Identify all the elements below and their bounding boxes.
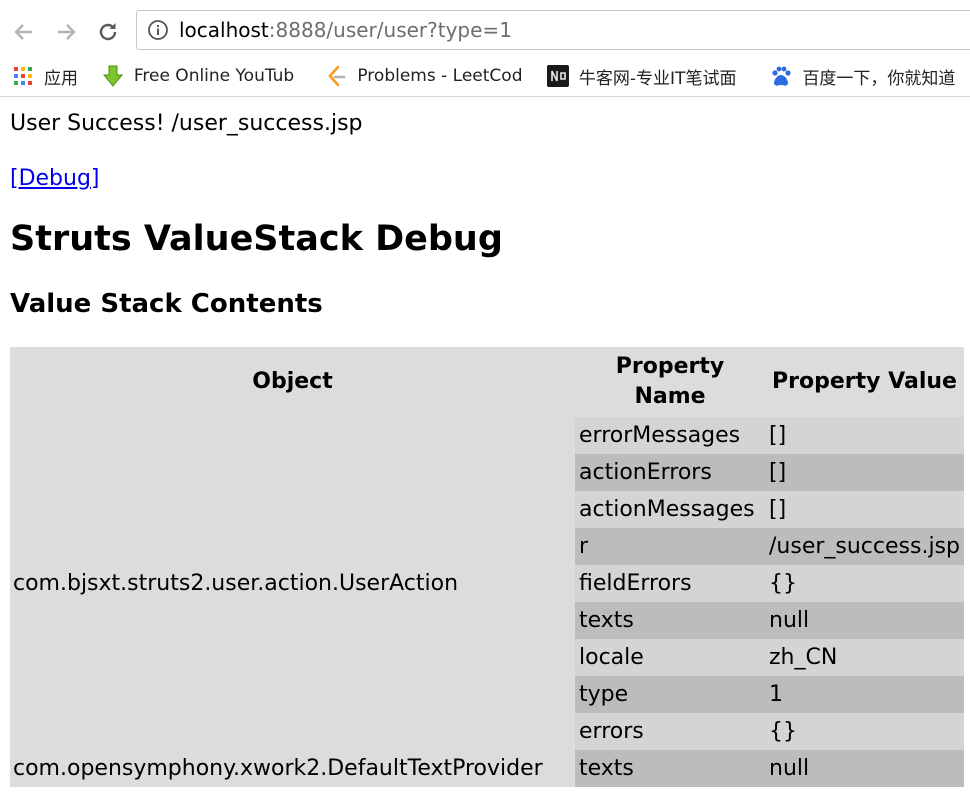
property-name-cell: type bbox=[575, 676, 765, 713]
property-value-cell: null bbox=[765, 750, 964, 787]
bookmark-nowcoder[interactable]: 牛客网-专业IT笔试面 bbox=[546, 61, 759, 91]
property-name-cell: fieldErrors bbox=[575, 565, 765, 602]
baidu-paw-icon bbox=[770, 65, 792, 87]
property-name-cell: actionMessages bbox=[575, 491, 765, 528]
table-header-row: Object Property Name Property Value bbox=[10, 347, 964, 417]
property-name-cell: actionErrors bbox=[575, 454, 765, 491]
arrow-left-icon bbox=[14, 24, 32, 40]
bookmark-label: 应用 bbox=[44, 68, 78, 89]
address-bar[interactable]: localhost:8888/user/user?type=1 bbox=[136, 10, 970, 50]
property-name-cell: r bbox=[575, 528, 765, 565]
property-value-cell: [] bbox=[765, 417, 964, 454]
bookmarks-bar: 应用 Free Online YouTub Problems - LeetCod bbox=[0, 58, 970, 94]
header-property-value: Property Value bbox=[765, 347, 964, 417]
url-path: :8888/user/user?type=1 bbox=[268, 18, 512, 42]
page-content: User Success! /user_success.jsp [Debug] … bbox=[0, 111, 970, 787]
value-stack-table: Object Property Name Property Value com.… bbox=[10, 347, 964, 787]
leetcode-icon bbox=[325, 65, 347, 87]
property-value-cell: [] bbox=[765, 454, 964, 491]
info-circle-icon[interactable] bbox=[147, 19, 169, 41]
back-button[interactable] bbox=[10, 18, 38, 46]
nowcoder-icon bbox=[546, 65, 569, 87]
property-name-cell: errorMessages bbox=[575, 417, 765, 454]
property-name-cell: errors bbox=[575, 713, 765, 750]
property-value-cell: null bbox=[765, 602, 964, 639]
url-text[interactable]: localhost:8888/user/user?type=1 bbox=[179, 18, 512, 42]
section-heading: Value Stack Contents bbox=[10, 289, 323, 319]
bookmark-label: Problems - LeetCod bbox=[357, 66, 523, 86]
property-value-cell: /user_success.jsp bbox=[765, 528, 964, 565]
reload-button[interactable] bbox=[94, 18, 122, 46]
header-property-name: Property Name bbox=[575, 347, 765, 417]
status-message: User Success! /user_success.jsp bbox=[10, 111, 363, 136]
bookmark-label: Free Online YouTub bbox=[133, 66, 295, 86]
debug-link[interactable]: [Debug] bbox=[10, 166, 100, 191]
object-cell: com.opensymphony.xwork2.DefaultTextProvi… bbox=[10, 750, 575, 787]
property-value-cell: {} bbox=[765, 713, 964, 750]
property-name-cell: locale bbox=[575, 639, 765, 676]
table-row: com.bjsxt.struts2.user.action.UserAction… bbox=[10, 417, 964, 750]
property-name-cell: texts bbox=[575, 750, 765, 787]
property-value-cell: 1 bbox=[765, 676, 964, 713]
apps-grid-icon bbox=[12, 65, 34, 87]
property-value-cell: [] bbox=[765, 491, 964, 528]
forward-button[interactable] bbox=[52, 18, 80, 46]
download-arrow-icon bbox=[102, 65, 124, 87]
url-host: localhost bbox=[179, 18, 269, 42]
table-row: com.opensymphony.xwork2.DefaultTextProvi… bbox=[10, 750, 964, 787]
bookmark-baidu[interactable]: 百度一下，你就知道 bbox=[770, 61, 970, 91]
arrow-right-icon bbox=[58, 24, 76, 40]
object-cell: com.bjsxt.struts2.user.action.UserAction bbox=[10, 417, 575, 750]
bookmark-apps[interactable]: 应用 bbox=[12, 61, 90, 91]
property-name-cell: texts bbox=[575, 602, 765, 639]
property-value-cell: {} bbox=[765, 565, 964, 602]
bookmark-free-online-youtube[interactable]: Free Online YouTub bbox=[102, 61, 314, 91]
property-value-cell: zh_CN bbox=[765, 639, 964, 676]
browser-chrome: localhost:8888/user/user?type=1 应用 Free … bbox=[0, 0, 970, 97]
reload-icon bbox=[99, 23, 117, 41]
bookmark-label: 百度一下，你就知道 bbox=[802, 68, 956, 89]
header-object: Object bbox=[10, 347, 575, 417]
bookmark-label: 牛客网-专业IT笔试面 bbox=[578, 68, 737, 89]
bookmark-leetcode[interactable]: Problems - LeetCod bbox=[325, 61, 535, 91]
page-title: Struts ValueStack Debug bbox=[10, 219, 503, 259]
